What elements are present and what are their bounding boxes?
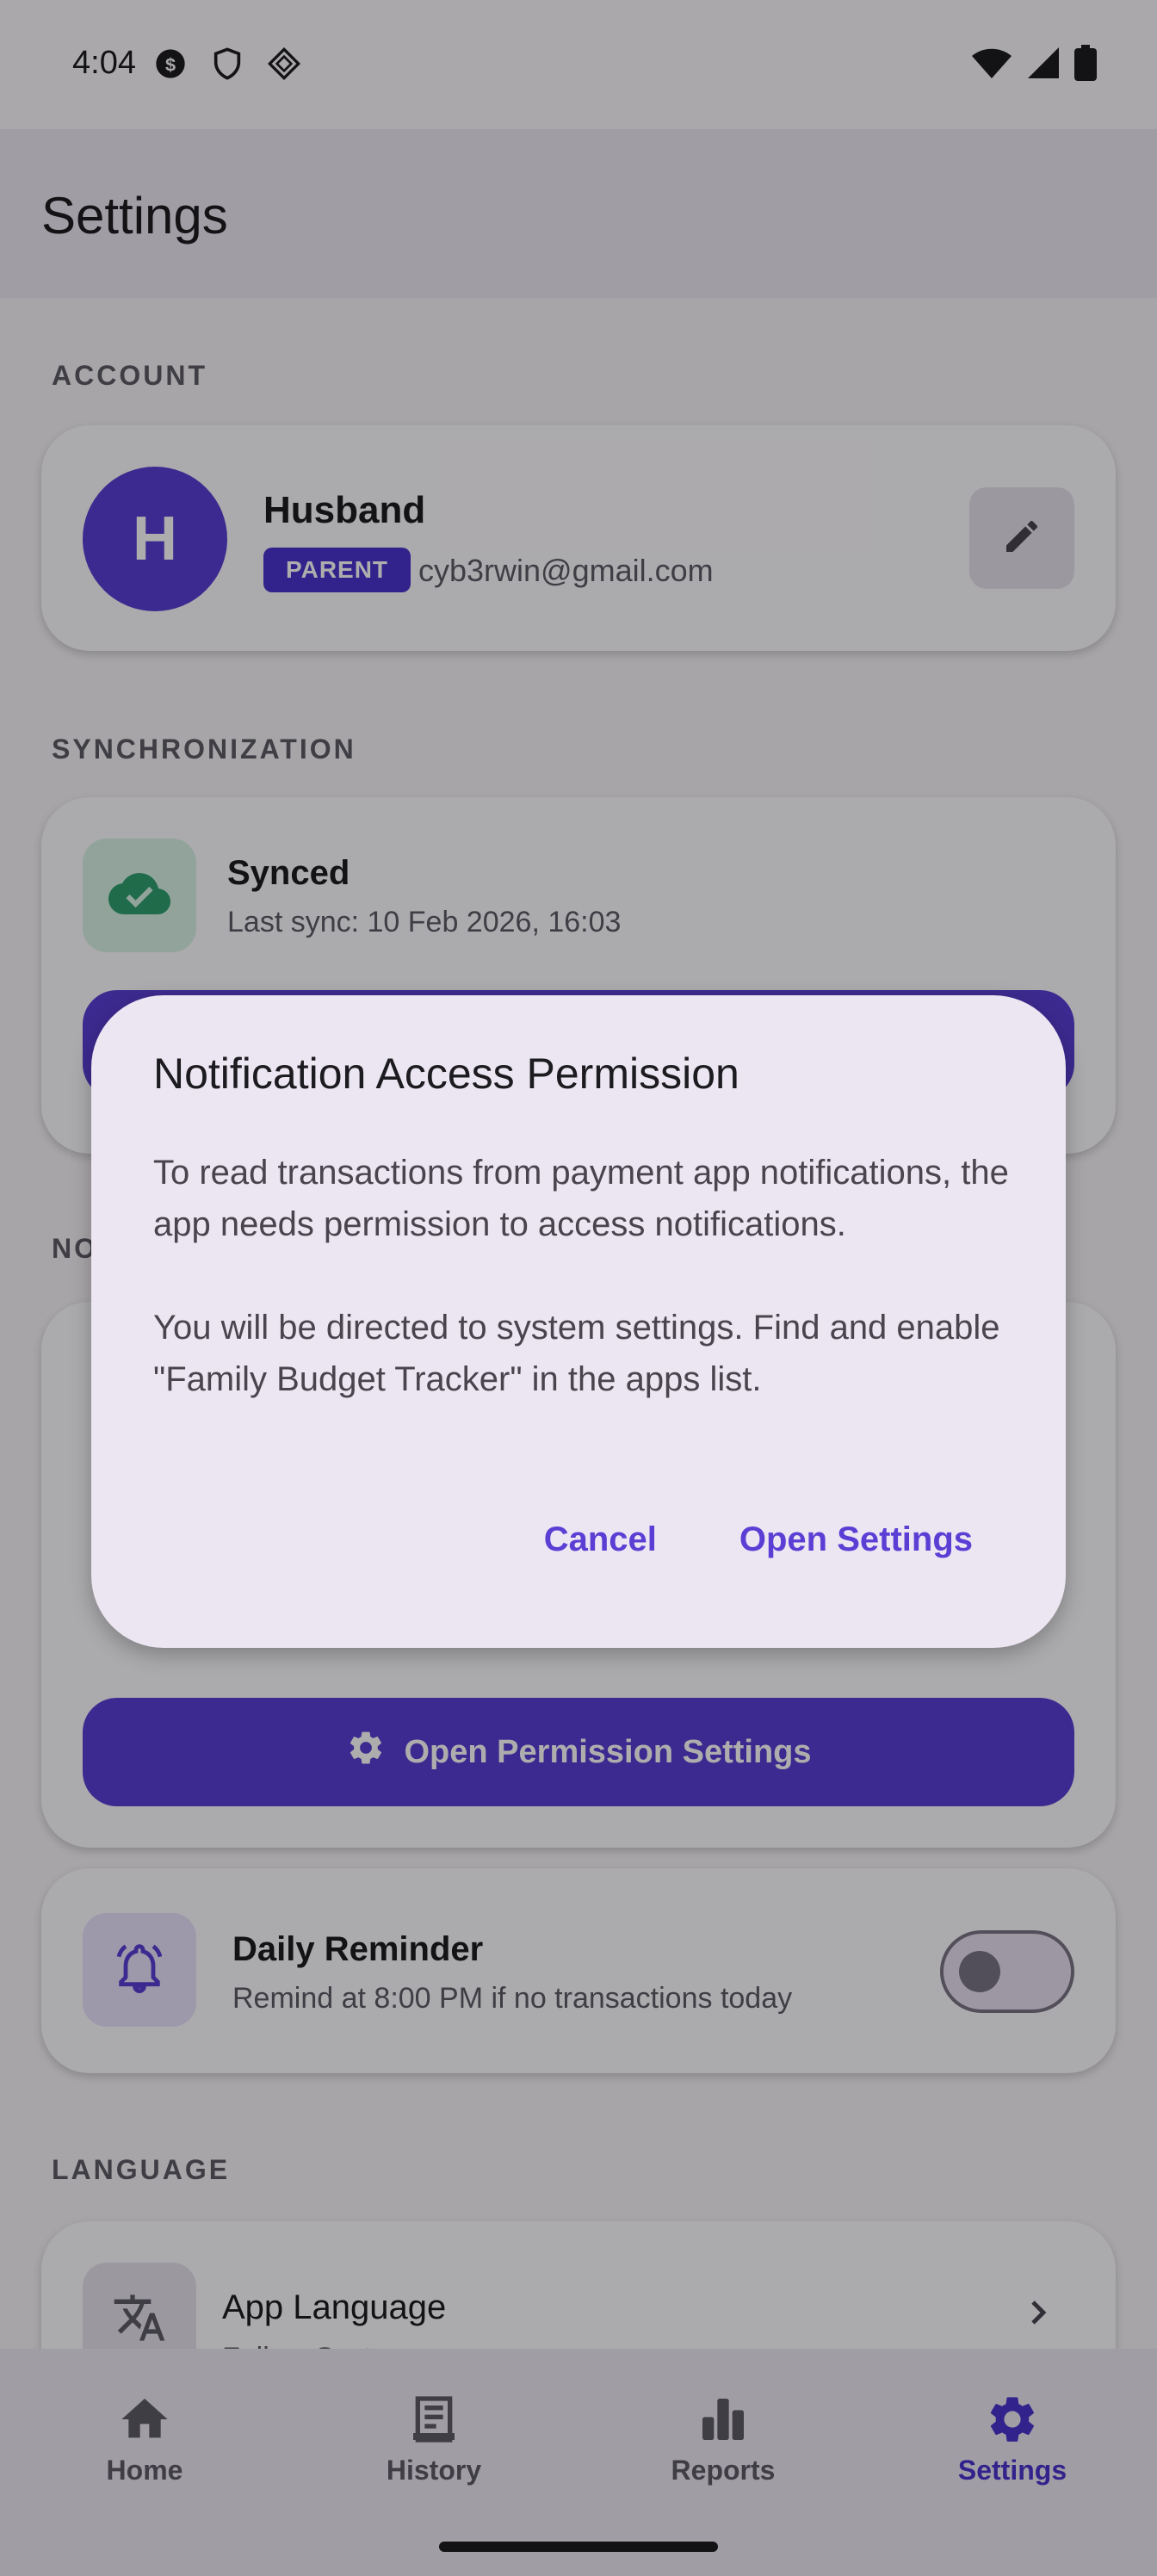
open-settings-button[interactable]: Open Settings [739, 1520, 973, 1559]
dialog-body-paragraph-1: To read transactions from payment app no… [153, 1154, 1009, 1243]
permission-dialog: Notification Access Permission To read t… [91, 995, 1066, 1648]
dialog-actions: Cancel Open Settings [544, 1520, 973, 1559]
dialog-body: To read transactions from payment app no… [153, 1147, 1014, 1405]
dialog-title: Notification Access Permission [153, 1050, 739, 1098]
cancel-button[interactable]: Cancel [544, 1520, 657, 1559]
dialog-body-paragraph-2: You will be directed to system settings.… [153, 1309, 1000, 1398]
